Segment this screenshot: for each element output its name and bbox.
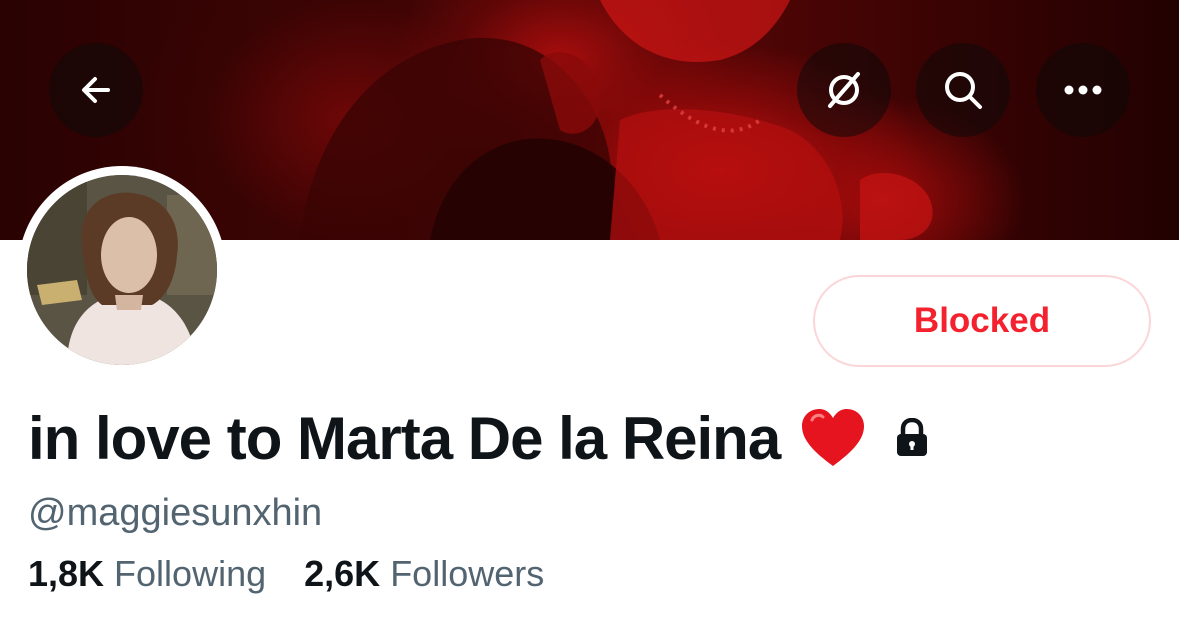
avatar[interactable] xyxy=(27,175,217,365)
display-name: in love to Marta De la Reina xyxy=(28,404,781,472)
follow-stats: 1,8K Following 2,6K Followers xyxy=(28,553,544,595)
followers-label: Followers xyxy=(390,553,545,594)
following-count: 1,8K xyxy=(28,553,105,594)
following-link[interactable]: 1,8K Following xyxy=(28,553,266,595)
blocked-button[interactable]: Blocked xyxy=(813,275,1151,367)
more-horizontal-icon xyxy=(1064,85,1102,95)
following-label: Following xyxy=(114,553,267,594)
profile-name-row: in love to Marta De la Reina xyxy=(28,400,930,476)
username-handle: @maggiesunxhin xyxy=(28,492,323,534)
grok-button[interactable] xyxy=(797,43,891,137)
followers-link[interactable]: 2,6K Followers xyxy=(304,553,544,595)
back-button[interactable] xyxy=(49,43,143,137)
lock-icon xyxy=(894,418,930,458)
avatar-image xyxy=(27,175,217,365)
arrow-left-icon xyxy=(82,77,110,103)
heart-icon xyxy=(800,408,866,468)
search-icon xyxy=(945,72,982,109)
search-button[interactable] xyxy=(916,43,1010,137)
followers-count: 2,6K xyxy=(304,553,381,594)
grok-icon xyxy=(828,72,860,108)
blocked-button-label: Blocked xyxy=(913,301,1051,340)
more-button[interactable] xyxy=(1036,43,1130,137)
